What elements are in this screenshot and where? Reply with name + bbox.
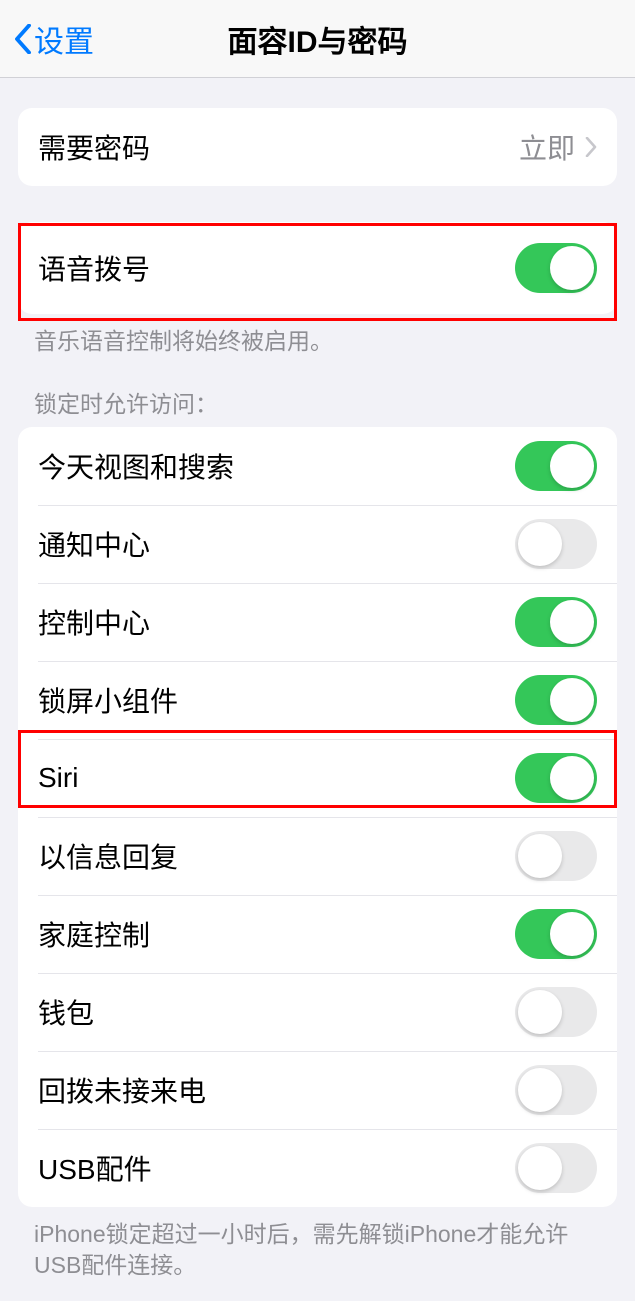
lock-item-label: 锁屏小组件 bbox=[38, 680, 515, 720]
section-voice-dial: 语音拨号 bbox=[18, 222, 617, 314]
lock-item-label: 钱包 bbox=[38, 992, 515, 1032]
lock-item-toggle[interactable] bbox=[515, 909, 597, 959]
lock-access-footer: iPhone锁定超过一小时后，需先解锁iPhone才能允许USB配件连接。 bbox=[34, 1219, 601, 1281]
row-lock-item[interactable]: 通知中心 bbox=[18, 505, 617, 583]
page-title: 面容ID与密码 bbox=[228, 17, 408, 61]
lock-item-toggle[interactable] bbox=[515, 519, 597, 569]
section-lock-access: 今天视图和搜索通知中心控制中心锁屏小组件 Siri 以信息回复家庭控制钱包回拨未接来… bbox=[18, 427, 617, 1207]
row-lock-item[interactable]: 家庭控制 bbox=[18, 895, 617, 973]
lock-item-label: Siri bbox=[38, 762, 515, 794]
lock-item-toggle[interactable] bbox=[515, 441, 597, 491]
chevron-left-icon bbox=[14, 24, 32, 54]
row-lock-item[interactable]: 锁屏小组件 bbox=[18, 661, 617, 739]
row-lock-item[interactable]: 回拨未接来电 bbox=[18, 1051, 617, 1129]
row-lock-item[interactable]: 今天视图和搜索 bbox=[18, 427, 617, 505]
lock-item-toggle[interactable] bbox=[515, 831, 597, 881]
row-require-passcode[interactable]: 需要密码 立即 bbox=[18, 108, 617, 186]
chevron-right-icon bbox=[585, 137, 597, 157]
voice-dial-footer: 音乐语音控制将始终被启用。 bbox=[34, 326, 601, 357]
back-label: 设置 bbox=[34, 17, 94, 61]
lock-item-label: 控制中心 bbox=[38, 602, 515, 642]
require-passcode-label: 需要密码 bbox=[38, 127, 519, 167]
lock-item-toggle[interactable] bbox=[515, 1065, 597, 1115]
nav-bar: 设置 面容ID与密码 bbox=[0, 0, 635, 78]
lock-item-label: 以信息回复 bbox=[38, 836, 515, 876]
content: 需要密码 立即 语音拨号 音乐语音控制将始终被启用。 锁定时允许访问： 今天视图… bbox=[0, 108, 635, 1301]
row-lock-item[interactable]: 钱包 bbox=[18, 973, 617, 1051]
lock-item-label: 今天视图和搜索 bbox=[38, 446, 515, 486]
lock-item-toggle[interactable] bbox=[515, 675, 597, 725]
back-button[interactable]: 设置 bbox=[14, 17, 94, 61]
row-voice-dial[interactable]: 语音拨号 bbox=[18, 222, 617, 314]
row-lock-item[interactable]: 以信息回复 bbox=[18, 817, 617, 895]
row-lock-item[interactable]: USB配件 bbox=[18, 1129, 617, 1207]
lock-item-label: 家庭控制 bbox=[38, 914, 515, 954]
voice-dial-label: 语音拨号 bbox=[38, 248, 515, 288]
voice-dial-toggle[interactable] bbox=[515, 243, 597, 293]
section-require-passcode: 需要密码 立即 bbox=[18, 108, 617, 186]
require-passcode-value: 立即 bbox=[519, 127, 575, 167]
lock-item-toggle[interactable] bbox=[515, 987, 597, 1037]
lock-item-label: 通知中心 bbox=[38, 524, 515, 564]
row-lock-item[interactable]: Siri bbox=[18, 739, 617, 817]
lock-item-label: 回拨未接来电 bbox=[38, 1070, 515, 1110]
row-lock-item[interactable]: 控制中心 bbox=[18, 583, 617, 661]
lock-item-toggle[interactable] bbox=[515, 1143, 597, 1193]
lock-item-label: USB配件 bbox=[38, 1148, 515, 1188]
lock-item-toggle[interactable] bbox=[515, 597, 597, 647]
lock-access-header: 锁定时允许访问： bbox=[34, 385, 601, 419]
lock-item-toggle[interactable] bbox=[515, 753, 597, 803]
